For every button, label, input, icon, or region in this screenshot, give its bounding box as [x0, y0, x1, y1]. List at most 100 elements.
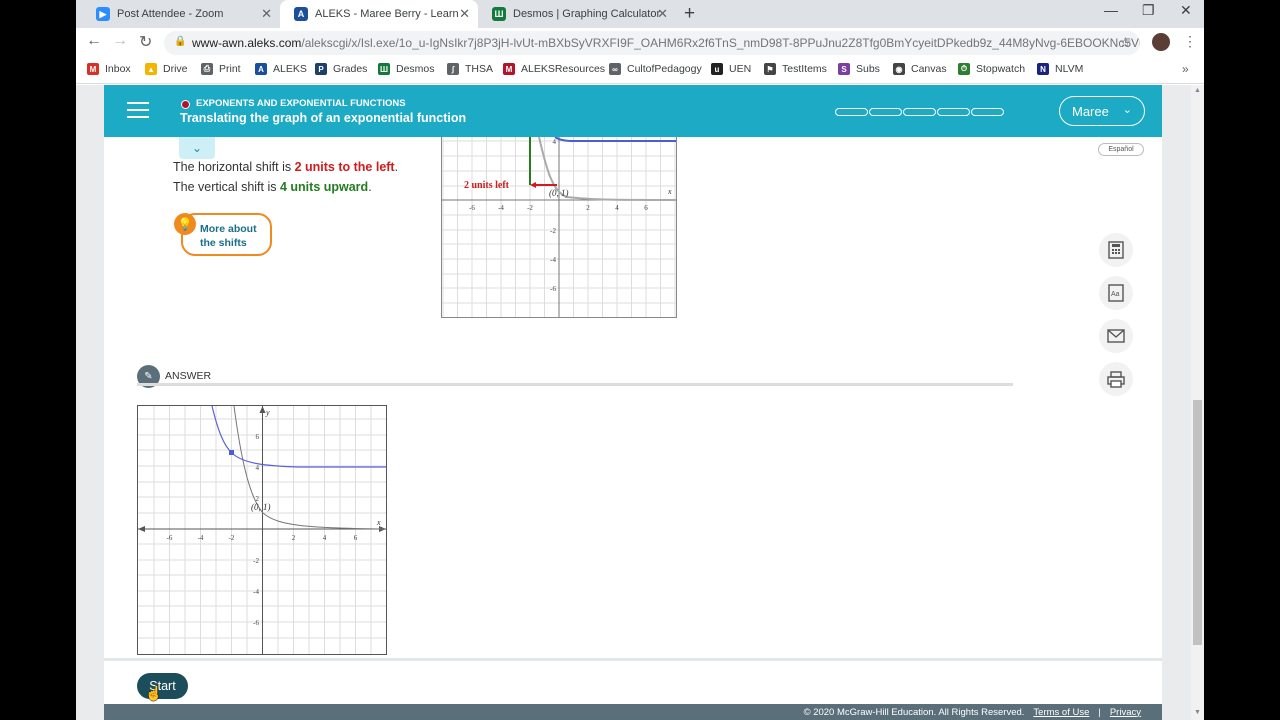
hand-cursor-icon: ☝: [145, 685, 163, 701]
x-tick-label: 6: [644, 204, 648, 212]
bookmark-testitems[interactable]: ⚑ TestItems: [764, 63, 827, 75]
back-icon[interactable]: ←: [86, 32, 102, 50]
print-button[interactable]: [1099, 362, 1133, 396]
uen-icon: u: [711, 63, 723, 75]
bookmark-label: Stopwatch: [976, 63, 1026, 75]
tab-aleks[interactable]: A ALEKS - Maree Berry - Learn ✕: [280, 0, 478, 28]
calculator-button[interactable]: [1099, 233, 1133, 267]
calculator-icon: [1108, 241, 1124, 259]
explanation-graph: 2 units left (0, 1) x -6 -4 -2 2 4 6 4 -…: [441, 137, 677, 318]
bookmark-label: Canvas: [911, 63, 947, 75]
bookmark-grades[interactable]: P Grades: [315, 63, 367, 75]
bookmark-desmos[interactable]: Ш Desmos: [378, 63, 435, 75]
browser-toolbar: ← → ↻ 🔒 www-awn.aleks.com/alekscgi/x/Isl…: [76, 28, 1204, 58]
x-tick-label: 6: [354, 534, 358, 542]
gmail-icon: M: [87, 63, 99, 75]
point-label: (0, 1): [549, 188, 569, 198]
close-icon[interactable]: ✕: [261, 6, 272, 22]
x-tick-label: -4: [198, 534, 204, 542]
restore-icon[interactable]: ❐: [1142, 2, 1155, 19]
minimize-icon[interactable]: —: [1104, 2, 1118, 18]
x-axis-label: x: [376, 518, 381, 527]
y-tick-label: 6: [256, 433, 260, 441]
bookmark-inbox[interactable]: M Inbox: [87, 63, 131, 75]
page-scrollbar[interactable]: ▲ ▼: [1191, 85, 1204, 720]
page-viewport: EXPONENTS AND EXPONENTIAL FUNCTIONS Tran…: [76, 85, 1204, 720]
answer-graph[interactable]: (0, 1) x y -6 -4 -2 2 4 6 6 4 2 -2 -4 -6: [137, 405, 387, 655]
reload-icon[interactable]: ↻: [139, 32, 152, 52]
browser-menu-icon[interactable]: ⋮: [1183, 33, 1197, 50]
y-tick-label: 4: [256, 464, 260, 472]
horizontal-shift-value: 2 units to the left: [294, 160, 395, 174]
message-button[interactable]: [1099, 319, 1133, 353]
x-tick-label: -2: [527, 204, 533, 212]
svg-text:Aa: Aa: [1111, 291, 1120, 298]
aleks-header: EXPONENTS AND EXPONENTIAL FUNCTIONS Tran…: [104, 85, 1162, 137]
y-tick-labels: 6 4 2 -2 -4 -6: [253, 433, 259, 627]
thsa-icon: ʃ: [447, 63, 459, 75]
bookmark-aleks[interactable]: A ALEKS: [255, 63, 307, 75]
terms-link[interactable]: Terms of Use: [1033, 707, 1089, 718]
scroll-up-icon[interactable]: ▲: [1194, 87, 1201, 94]
progress-segment: [869, 108, 902, 116]
tab-desmos[interactable]: Ш Desmos | Graphing Calculator ✕: [478, 0, 676, 28]
horizontal-shift-prefix: The horizontal shift is: [173, 160, 295, 174]
vertical-shift-prefix: The vertical shift is: [173, 180, 280, 194]
bookmark-label: Print: [219, 63, 241, 75]
collapse-explanation-button[interactable]: ⌄: [179, 137, 215, 159]
bookmark-label: ALEKS: [273, 63, 307, 75]
close-icon[interactable]: ✕: [657, 6, 668, 22]
bookmark-subs[interactable]: S Subs: [838, 63, 880, 75]
more-about-shifts-label: More about the shifts: [200, 222, 257, 250]
address-bar[interactable]: 🔒 www-awn.aleks.com/alekscgi/x/Isl.exe/1…: [164, 31, 1140, 55]
topic-title: EXPONENTS AND EXPONENTIAL FUNCTIONS: [196, 98, 406, 109]
scroll-down-icon[interactable]: ▼: [1194, 709, 1201, 716]
bookmark-nlvm[interactable]: N NLVM: [1037, 63, 1083, 75]
forward-icon[interactable]: →: [112, 32, 128, 50]
y-tick-label: -2: [253, 557, 259, 565]
bookmark-aleksresources[interactable]: M ALEKSResources: [503, 63, 605, 75]
new-tab-icon[interactable]: +: [684, 3, 695, 25]
privacy-link[interactable]: Privacy: [1110, 707, 1141, 718]
bookmark-stopwatch[interactable]: ⏱ Stopwatch: [958, 63, 1025, 75]
bookmark-label: THSA: [465, 63, 494, 75]
chevron-down-icon: ⌄: [1122, 104, 1132, 116]
scrollbar-thumb[interactable]: [1193, 400, 1202, 645]
zoom-icon: ▶: [96, 7, 110, 21]
units-left-label: 2 units left: [464, 180, 510, 191]
browser-window: ▶ Post Attendee - Zoom ✕ A ALEKS - Maree…: [76, 0, 1204, 720]
x-tick-label: -4: [498, 204, 504, 212]
aleks-icon: A: [255, 63, 267, 75]
draggable-point[interactable]: [229, 450, 234, 455]
bookmark-cultofpedagogy[interactable]: ∞ CultofPedagogy: [609, 63, 702, 75]
aleks-content: EXPONENTS AND EXPONENTIAL FUNCTIONS Tran…: [104, 85, 1162, 720]
bookmark-star-icon[interactable]: ☆: [1119, 34, 1132, 51]
close-icon[interactable]: ✕: [459, 6, 470, 22]
bookmark-thsa[interactable]: ʃ THSA: [447, 63, 493, 75]
hamburger-menu-icon[interactable]: [127, 102, 149, 120]
bookmark-canvas[interactable]: ◉ Canvas: [893, 63, 947, 75]
bookmark-uen[interactable]: u UEN: [711, 63, 751, 75]
x-tick-label: -6: [167, 534, 173, 542]
bookmark-drive[interactable]: ▲ Drive: [145, 63, 188, 75]
horizontal-shift-text: The horizontal shift is 2 units to the l…: [173, 160, 398, 174]
bookmark-print[interactable]: ⎙ Print: [201, 63, 241, 75]
progress-segment: [903, 108, 936, 116]
more-label-line2: the shifts: [200, 237, 247, 249]
url-path: /alekscgi/x/Isl.exe/1o_u-IgNsIkr7j8P3jH-…: [301, 36, 1140, 50]
dictionary-icon: Aa: [1108, 284, 1124, 302]
more-about-shifts-button[interactable]: 💡 More about the shifts: [174, 213, 272, 256]
window-close-icon[interactable]: ✕: [1180, 2, 1192, 19]
y-tick-label: 2: [256, 495, 260, 503]
y-tick-label: -4: [550, 256, 556, 264]
more-bookmarks-icon[interactable]: »: [1182, 62, 1189, 76]
bookmark-label: Desmos: [396, 63, 435, 75]
espanol-button[interactable]: Español: [1098, 143, 1144, 156]
dictionary-button[interactable]: Aa: [1099, 276, 1133, 310]
user-menu-button[interactable]: Maree ⌄: [1059, 96, 1145, 126]
bookmark-label: UEN: [729, 63, 752, 75]
y-tick-label: -6: [550, 285, 556, 293]
profile-avatar[interactable]: [1152, 33, 1170, 51]
tab-title: Desmos | Graphing Calculator: [513, 8, 661, 20]
tab-zoom[interactable]: ▶ Post Attendee - Zoom ✕: [82, 0, 281, 28]
